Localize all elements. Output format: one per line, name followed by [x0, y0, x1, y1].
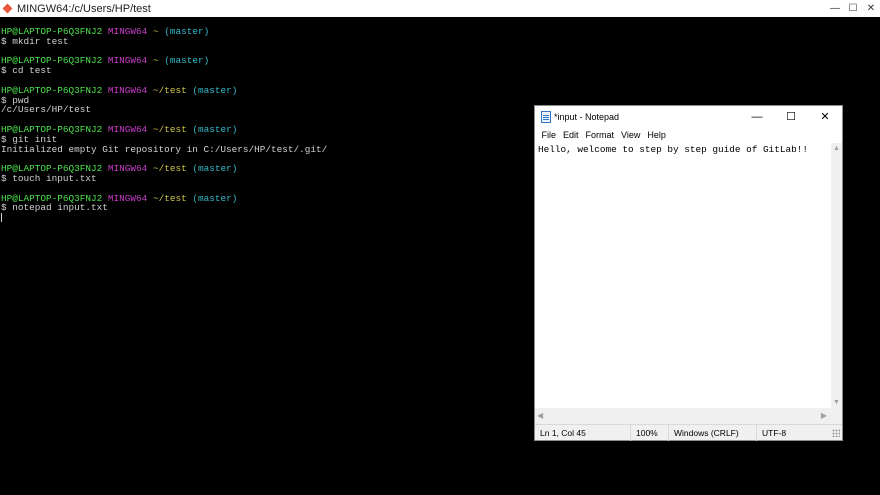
prompt-branch: (master): [192, 84, 238, 96]
terminal-close-button[interactable]: ✕: [862, 0, 880, 17]
prompt-system: MINGW64: [107, 26, 148, 37]
notepad-minimize-button[interactable]: —: [740, 106, 774, 127]
prompt-path: ~/test: [152, 192, 187, 204]
status-zoom: 100%: [630, 424, 668, 441]
prompt-system: MINGW64: [107, 84, 148, 96]
terminal-titlebar[interactable]: MINGW64:/c/Users/HP/test — ☐ ✕: [0, 0, 880, 17]
scroll-down-arrow-icon[interactable]: ▼: [831, 399, 842, 406]
terminal-command-line: $ pwd: [1, 94, 30, 106]
menu-help[interactable]: Help: [644, 130, 670, 140]
notepad-close-button[interactable]: ✕: [808, 106, 842, 127]
status-cursor-position: Ln 1, Col 45: [540, 427, 586, 438]
scroll-left-arrow-icon[interactable]: ◀: [537, 411, 543, 420]
terminal-title: MINGW64:/c/Users/HP/test: [17, 2, 151, 15]
notepad-maximize-button[interactable]: ☐: [774, 106, 808, 127]
vertical-scrollbar[interactable]: ▲ ▼: [831, 143, 842, 408]
terminal-prompt-line: HP@LAPTOP-P6Q3FNJ2 MINGW64 ~/test (maste…: [1, 84, 880, 96]
prompt-path: ~: [152, 26, 159, 37]
prompt-path: ~/test: [152, 163, 187, 175]
scroll-up-arrow-icon[interactable]: ▲: [831, 145, 842, 152]
notepad-title: *input - Notepad: [554, 111, 620, 122]
notepad-window[interactable]: *input - Notepad — ☐ ✕ File Edit Format …: [534, 105, 843, 441]
status-encoding: UTF-8: [756, 424, 816, 441]
notepad-menubar: File Edit Format View Help: [535, 127, 842, 143]
notepad-icon: [541, 110, 551, 123]
prompt-system: MINGW64: [107, 163, 148, 175]
notepad-titlebar[interactable]: *input - Notepad — ☐ ✕: [535, 106, 842, 127]
terminal-command-line: $ cd test: [1, 65, 52, 77]
notepad-text-area[interactable]: Hello, welcome to step by step guide of …: [535, 143, 831, 418]
terminal-command-line: $ mkdir test: [1, 35, 69, 47]
prompt-path: ~/test: [152, 84, 187, 96]
terminal-prompt-line: HP@LAPTOP-P6Q3FNJ2 MINGW64 ~ (master): [1, 27, 880, 37]
menu-file[interactable]: File: [538, 130, 560, 140]
menu-format[interactable]: Format: [582, 130, 618, 140]
prompt-system: MINGW64: [107, 55, 148, 67]
status-line-ending: Windows (CRLF): [668, 424, 756, 441]
prompt-branch: (master): [192, 163, 238, 175]
resize-grip-icon[interactable]: [832, 428, 840, 437]
prompt-branch: (master): [192, 123, 238, 135]
prompt-path: ~: [152, 55, 159, 67]
notepad-statusbar: Ln 1, Col 45 100% Windows (CRLF) UTF-8: [535, 424, 842, 441]
horizontal-scrollbar[interactable]: ◀ ▶: [535, 408, 831, 424]
terminal-minimize-button[interactable]: —: [826, 0, 844, 17]
prompt-system: MINGW64: [107, 192, 148, 204]
prompt-branch: (master): [192, 192, 238, 204]
menu-edit[interactable]: Edit: [560, 130, 583, 140]
prompt-branch: (master): [164, 55, 210, 67]
terminal-prompt-line: HP@LAPTOP-P6Q3FNJ2 MINGW64 ~ (master): [1, 56, 880, 66]
prompt-path: ~/test: [152, 123, 187, 135]
scroll-right-arrow-icon[interactable]: ▶: [821, 411, 827, 420]
git-bash-icon: [3, 4, 13, 14]
scrollbar-corner: [831, 408, 842, 424]
terminal-cursor: [1, 213, 2, 223]
terminal-maximize-button[interactable]: ☐: [844, 0, 862, 17]
prompt-branch: (master): [164, 26, 210, 37]
prompt-system: MINGW64: [107, 123, 148, 135]
menu-view[interactable]: View: [618, 130, 644, 140]
